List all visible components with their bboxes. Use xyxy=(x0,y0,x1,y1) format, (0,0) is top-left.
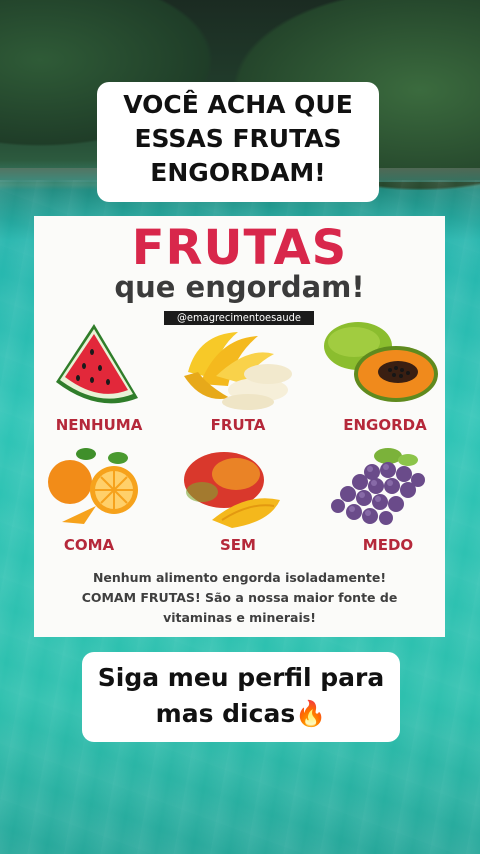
top-caption: VOCÊ ACHA QUE ESSAS FRUTAS ENGORDAM! xyxy=(97,82,379,202)
footer-line-2: COMAM FRUTAS! São a nossa maior fonte de xyxy=(81,590,398,605)
watermelon-icon xyxy=(56,324,138,404)
infographic-title: FRUTAS xyxy=(131,220,348,276)
top-caption-line-3: ENGORDAM! xyxy=(150,158,326,187)
bottom-caption-line-1: Siga meu perfil para xyxy=(97,663,385,692)
footer-line-1: Nenhum alimento engorda isoladamente! xyxy=(92,570,387,585)
word-coma: COMA xyxy=(63,536,115,554)
word-nenhuma: NENHUMA xyxy=(55,416,143,434)
author-handle: @emagrecimentoesaude xyxy=(164,311,314,325)
top-caption-line-1: VOCÊ ACHA QUE xyxy=(123,90,353,119)
infographic-footer: Nenhum alimento engorda isoladamente! CO… xyxy=(34,568,445,628)
word-engorda: ENGORDA xyxy=(343,416,427,434)
orange-icon xyxy=(48,448,138,524)
banana-icon xyxy=(184,332,292,410)
papaya-icon xyxy=(324,322,438,402)
mango-icon xyxy=(184,452,280,528)
bottom-caption-line-2: mas dicas🔥 xyxy=(155,699,327,728)
word-sem: SEM xyxy=(220,536,256,554)
fruits-infographic: FRUTAS que engordam! @emagrecimentoesaud… xyxy=(34,216,445,637)
bottom-caption: Siga meu perfil para mas dicas🔥 xyxy=(82,652,400,742)
grapes-icon xyxy=(331,448,425,525)
word-fruta: FRUTA xyxy=(210,416,266,434)
top-caption-line-2: ESSAS FRUTAS xyxy=(134,124,342,153)
word-medo: MEDO xyxy=(362,536,414,554)
infographic-subtitle: que engordam! xyxy=(114,270,365,304)
footer-line-3: vitaminas e minerais! xyxy=(163,610,316,625)
